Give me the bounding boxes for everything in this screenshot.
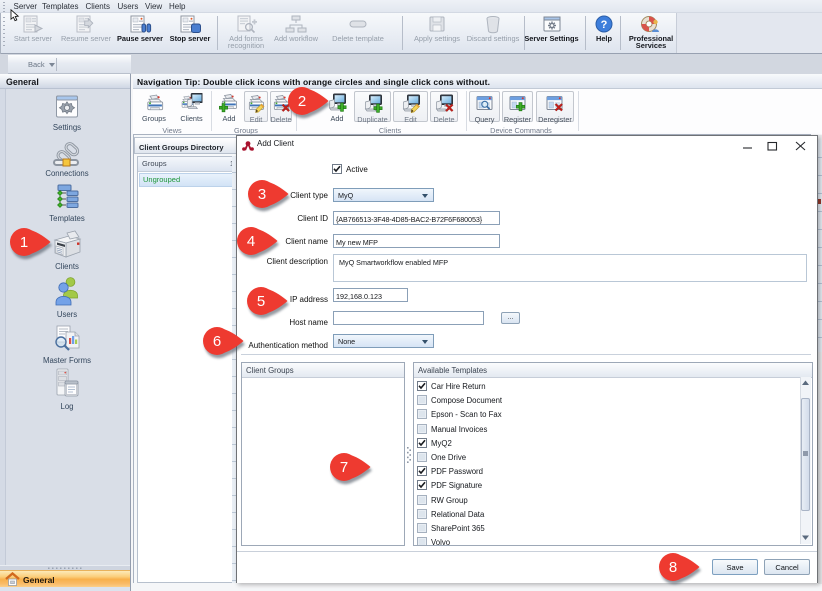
svg-text:3: 3	[258, 186, 266, 203]
svg-text:2: 2	[298, 93, 306, 110]
svg-text:8: 8	[669, 559, 677, 576]
svg-text:1: 1	[20, 234, 28, 251]
svg-text:4: 4	[247, 233, 255, 250]
svg-text:5: 5	[257, 293, 265, 310]
svg-text:7: 7	[340, 459, 348, 476]
svg-text:6: 6	[213, 333, 221, 350]
